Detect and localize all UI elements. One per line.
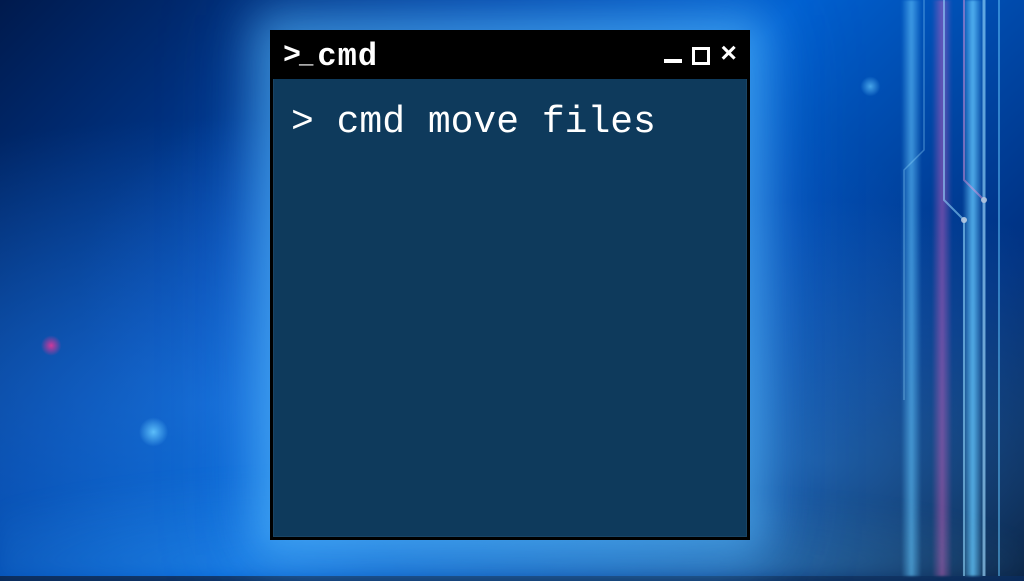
command-text: cmd move files (337, 101, 656, 144)
titlebar[interactable]: >_ cmd × (273, 33, 747, 79)
maximize-button[interactable] (692, 47, 710, 65)
minimize-icon (664, 59, 682, 63)
prompt-symbol: > (291, 101, 337, 144)
close-icon: × (720, 42, 737, 70)
minimize-button[interactable] (664, 49, 682, 63)
close-button[interactable]: × (720, 42, 737, 70)
window-controls: × (664, 42, 737, 70)
maximize-icon (692, 47, 710, 65)
terminal-body[interactable]: > cmd move files (273, 79, 747, 167)
terminal-window: >_ cmd × > cmd move files (270, 30, 750, 540)
window-title: cmd (317, 38, 656, 75)
prompt-icon: >_ (283, 41, 309, 71)
circuit-lines (824, 0, 1024, 576)
